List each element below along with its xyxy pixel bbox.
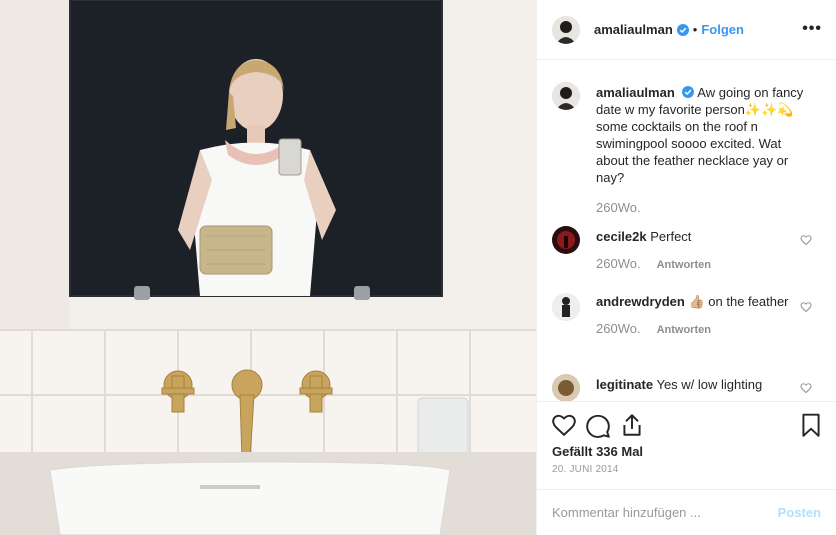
comment-text: Perfect bbox=[650, 229, 692, 244]
caption-text: Aw going on fancy date w my favorite per… bbox=[596, 85, 804, 185]
header-username[interactable]: amaliaulman bbox=[594, 22, 673, 37]
comment-item: cecile2k Perfect 260Wo. Antworten bbox=[552, 226, 822, 276]
caption-username[interactable]: amaliaulman bbox=[596, 85, 675, 100]
reply-button[interactable]: Antworten bbox=[657, 324, 711, 336]
verified-badge-icon bbox=[682, 86, 695, 98]
comment-username[interactable]: legitinate bbox=[596, 377, 653, 392]
comments-list[interactable]: amaliaulman Aw going on fancy date w my … bbox=[537, 60, 836, 401]
comment-body: cecile2k Perfect 260Wo. Antworten bbox=[596, 228, 816, 274]
comment-item: andrewdryden 👍🏼 on the feather 260Wo. Ant… bbox=[552, 293, 822, 361]
comment-icon[interactable] bbox=[585, 412, 611, 438]
action-bar: Gefällt 336 Mal 20. JUNI 2014 bbox=[537, 401, 836, 489]
comment-text: Yes w/ low lighting bbox=[656, 377, 763, 392]
reply-button[interactable]: Antworten bbox=[657, 259, 711, 271]
comment-body: andrewdryden 👍🏼 on the feather 260Wo. Ant… bbox=[596, 293, 816, 339]
post-comment-button[interactable]: Posten bbox=[778, 505, 821, 520]
caption-avatar[interactable] bbox=[552, 82, 580, 110]
like-comment-heart-icon[interactable] bbox=[800, 382, 812, 394]
share-icon[interactable] bbox=[619, 412, 645, 438]
comment-text: 👍🏼 on the feather bbox=[688, 294, 789, 309]
comment-avatar[interactable] bbox=[552, 226, 580, 254]
post-side-panel: amaliaulman • Folgen ••• amaliaulman Aw … bbox=[536, 0, 836, 535]
comment-body: legitinate Yes w/ low lighting bbox=[596, 376, 816, 393]
caption-body: amaliaulman Aw going on fancy date w my … bbox=[596, 84, 816, 216]
mirror-selfie-image bbox=[0, 0, 536, 535]
post-header: amaliaulman • Folgen ••• bbox=[537, 0, 836, 60]
comment-avatar[interactable] bbox=[552, 293, 580, 321]
comment-username[interactable]: cecile2k bbox=[596, 229, 647, 244]
likes-count[interactable]: Gefällt 336 Mal bbox=[552, 444, 643, 459]
comment-avatar[interactable] bbox=[552, 374, 580, 401]
separator-dot: • bbox=[692, 22, 698, 37]
verified-badge-icon bbox=[676, 23, 689, 36]
comment-time[interactable]: 260Wo. bbox=[596, 256, 641, 271]
comment-username[interactable]: andrewdryden bbox=[596, 294, 685, 309]
heart-icon[interactable] bbox=[551, 412, 577, 438]
like-comment-heart-icon[interactable] bbox=[800, 234, 812, 246]
comment-input[interactable] bbox=[552, 505, 778, 520]
more-options-icon[interactable]: ••• bbox=[802, 21, 822, 37]
caption-item: amaliaulman Aw going on fancy date w my … bbox=[552, 82, 822, 215]
caption-time[interactable]: 260Wo. bbox=[596, 200, 641, 215]
header-avatar[interactable] bbox=[552, 15, 580, 44]
like-comment-heart-icon[interactable] bbox=[800, 301, 812, 313]
instagram-post: amaliaulman • Folgen ••• amaliaulman Aw … bbox=[0, 0, 836, 535]
post-date[interactable]: 20. JUNI 2014 bbox=[552, 464, 619, 475]
comment-item: legitinate Yes w/ low lighting bbox=[552, 374, 822, 401]
follow-button[interactable]: Folgen bbox=[701, 22, 744, 37]
post-photo[interactable] bbox=[0, 0, 536, 535]
add-comment-bar: Posten bbox=[537, 489, 836, 535]
bookmark-icon[interactable] bbox=[798, 412, 824, 438]
comment-time[interactable]: 260Wo. bbox=[596, 321, 641, 336]
